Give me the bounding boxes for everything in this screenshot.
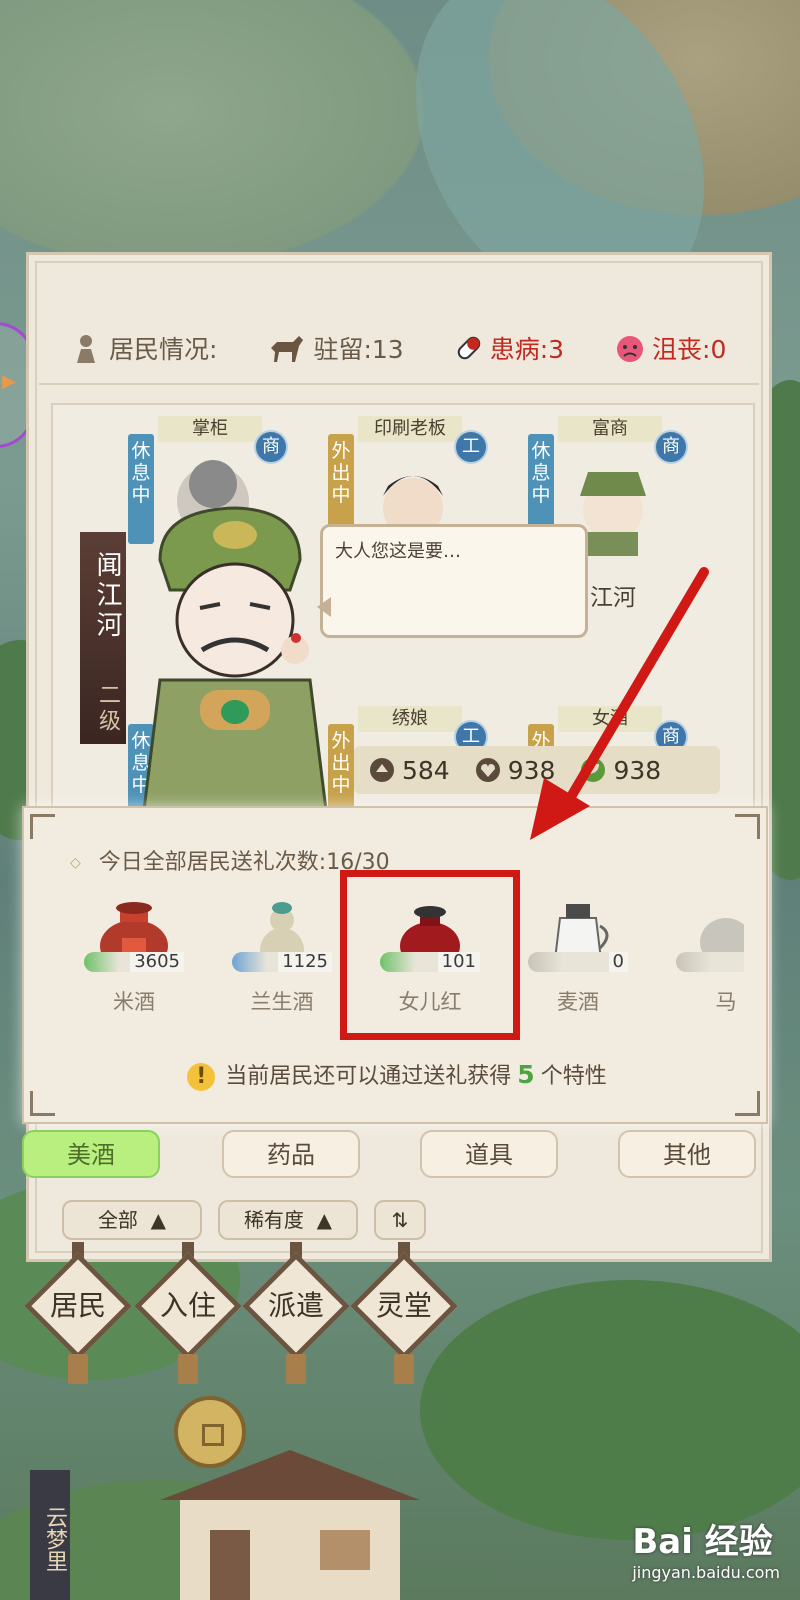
tab-other[interactable]: 其他 (618, 1130, 756, 1178)
attr-value-2: 938 (507, 755, 556, 785)
nav-move-in[interactable]: 入住 (134, 1242, 242, 1384)
gift-item-maijiu[interactable]: 0 麦酒 (518, 894, 638, 1024)
stay-count: 驻留:13 (313, 335, 404, 364)
nav-shrine[interactable]: 灵堂 (350, 1242, 458, 1384)
person-icon (75, 333, 97, 363)
leaf-icon (579, 756, 607, 784)
town-name-sign: 云梦里 (30, 1470, 70, 1600)
hint-number: 5 (517, 1060, 535, 1089)
filter-all-label: 全部 (97, 1208, 138, 1232)
hint-suffix: 个特性 (540, 1064, 607, 1089)
hint-prefix: 当前居民还可以通过送礼获得 (225, 1064, 512, 1089)
resident-name: 江河 (590, 585, 636, 611)
chevron-up-icon: ▲ (310, 1208, 333, 1232)
resident-role: 富商 (558, 416, 662, 442)
highlight-box (340, 870, 520, 1040)
sick-count: 患病:3 (489, 335, 565, 364)
resident-role: 女酒 (558, 706, 662, 732)
resident-role: 掌柜 (158, 416, 262, 442)
resident-role: 绣娘 (358, 706, 462, 732)
resident-attributes: 584 938 938 (354, 746, 720, 794)
resident-role: 印刷老板 (358, 416, 462, 442)
nav-dispatch-label: 派遣 (267, 1289, 324, 1322)
resident-character-sprite (142, 506, 328, 810)
nav-residents[interactable]: 居民 (24, 1242, 132, 1384)
strength-icon (368, 756, 396, 784)
nav-shrine-label: 灵堂 (375, 1289, 432, 1322)
gift-name: 兰生酒 (250, 990, 314, 1014)
gift-item-lanshengjiu[interactable]: 1125 兰生酒 (222, 894, 342, 1024)
attr-value-3: 938 (613, 755, 662, 785)
trait-hint: ! 当前居民还可以通过送礼获得 5 个特性 (24, 1058, 770, 1091)
watermark-main: Bai 经验 (632, 1522, 773, 1562)
watermark-url: jingyan.baidu.com (632, 1563, 780, 1582)
gift-name: 麦酒 (557, 990, 599, 1014)
tab-medicine[interactable]: 药品 (222, 1130, 360, 1178)
status-label: 居民情况: (109, 335, 218, 364)
attr-value-1: 584 (402, 755, 450, 785)
pill-icon (454, 333, 484, 363)
selected-resident-banner: 闻江河 二级 (80, 532, 126, 744)
gift-qty: 3605 (130, 952, 184, 972)
filter-rarity-dropdown[interactable]: 稀有度 ▲ (218, 1200, 358, 1240)
heart-icon (474, 756, 502, 784)
speech-text: 大人您这是要… (335, 541, 461, 562)
exclamation-icon: ! (187, 1063, 216, 1091)
gift-qty: 0 (608, 952, 628, 972)
chevron-up-icon: ▲ (144, 1208, 167, 1232)
gift-item-mijiu[interactable]: 3605 米酒 (74, 894, 194, 1024)
filter-all-dropdown[interactable]: 全部 ▲ (62, 1200, 202, 1240)
sort-order-button[interactable]: ⇅ (374, 1200, 426, 1240)
gift-name: 米酒 (113, 990, 155, 1014)
resident-status-bar: 居民情况: 驻留:13 患病:3 沮丧:0 (39, 313, 759, 385)
horse-icon (267, 334, 307, 362)
town-building (160, 1450, 420, 1600)
watermark: Bai 经验 jingyan.baidu.com (632, 1514, 780, 1582)
selected-resident-level: 二级 (95, 683, 120, 736)
gift-name: 马 (715, 990, 737, 1014)
nav-dispatch[interactable]: 派遣 (242, 1242, 350, 1384)
resident-speech-bubble: 大人您这是要… (317, 524, 588, 638)
gift-item-partial[interactable]: 马 (666, 894, 744, 1024)
filter-rarity-label: 稀有度 (243, 1208, 304, 1232)
tab-items[interactable]: 道具 (420, 1130, 558, 1178)
tab-wine[interactable]: 美酒 (22, 1130, 160, 1178)
depressed-count: 沮丧:0 (652, 335, 727, 364)
sort-icon: ⇅ (391, 1208, 409, 1232)
nav-move-in-label: 入住 (159, 1289, 216, 1322)
sad-face-icon (614, 332, 646, 364)
selected-resident-name: 闻江河 (92, 550, 122, 641)
nav-residents-label: 居民 (49, 1289, 106, 1322)
gift-qty: 1125 (278, 952, 332, 972)
